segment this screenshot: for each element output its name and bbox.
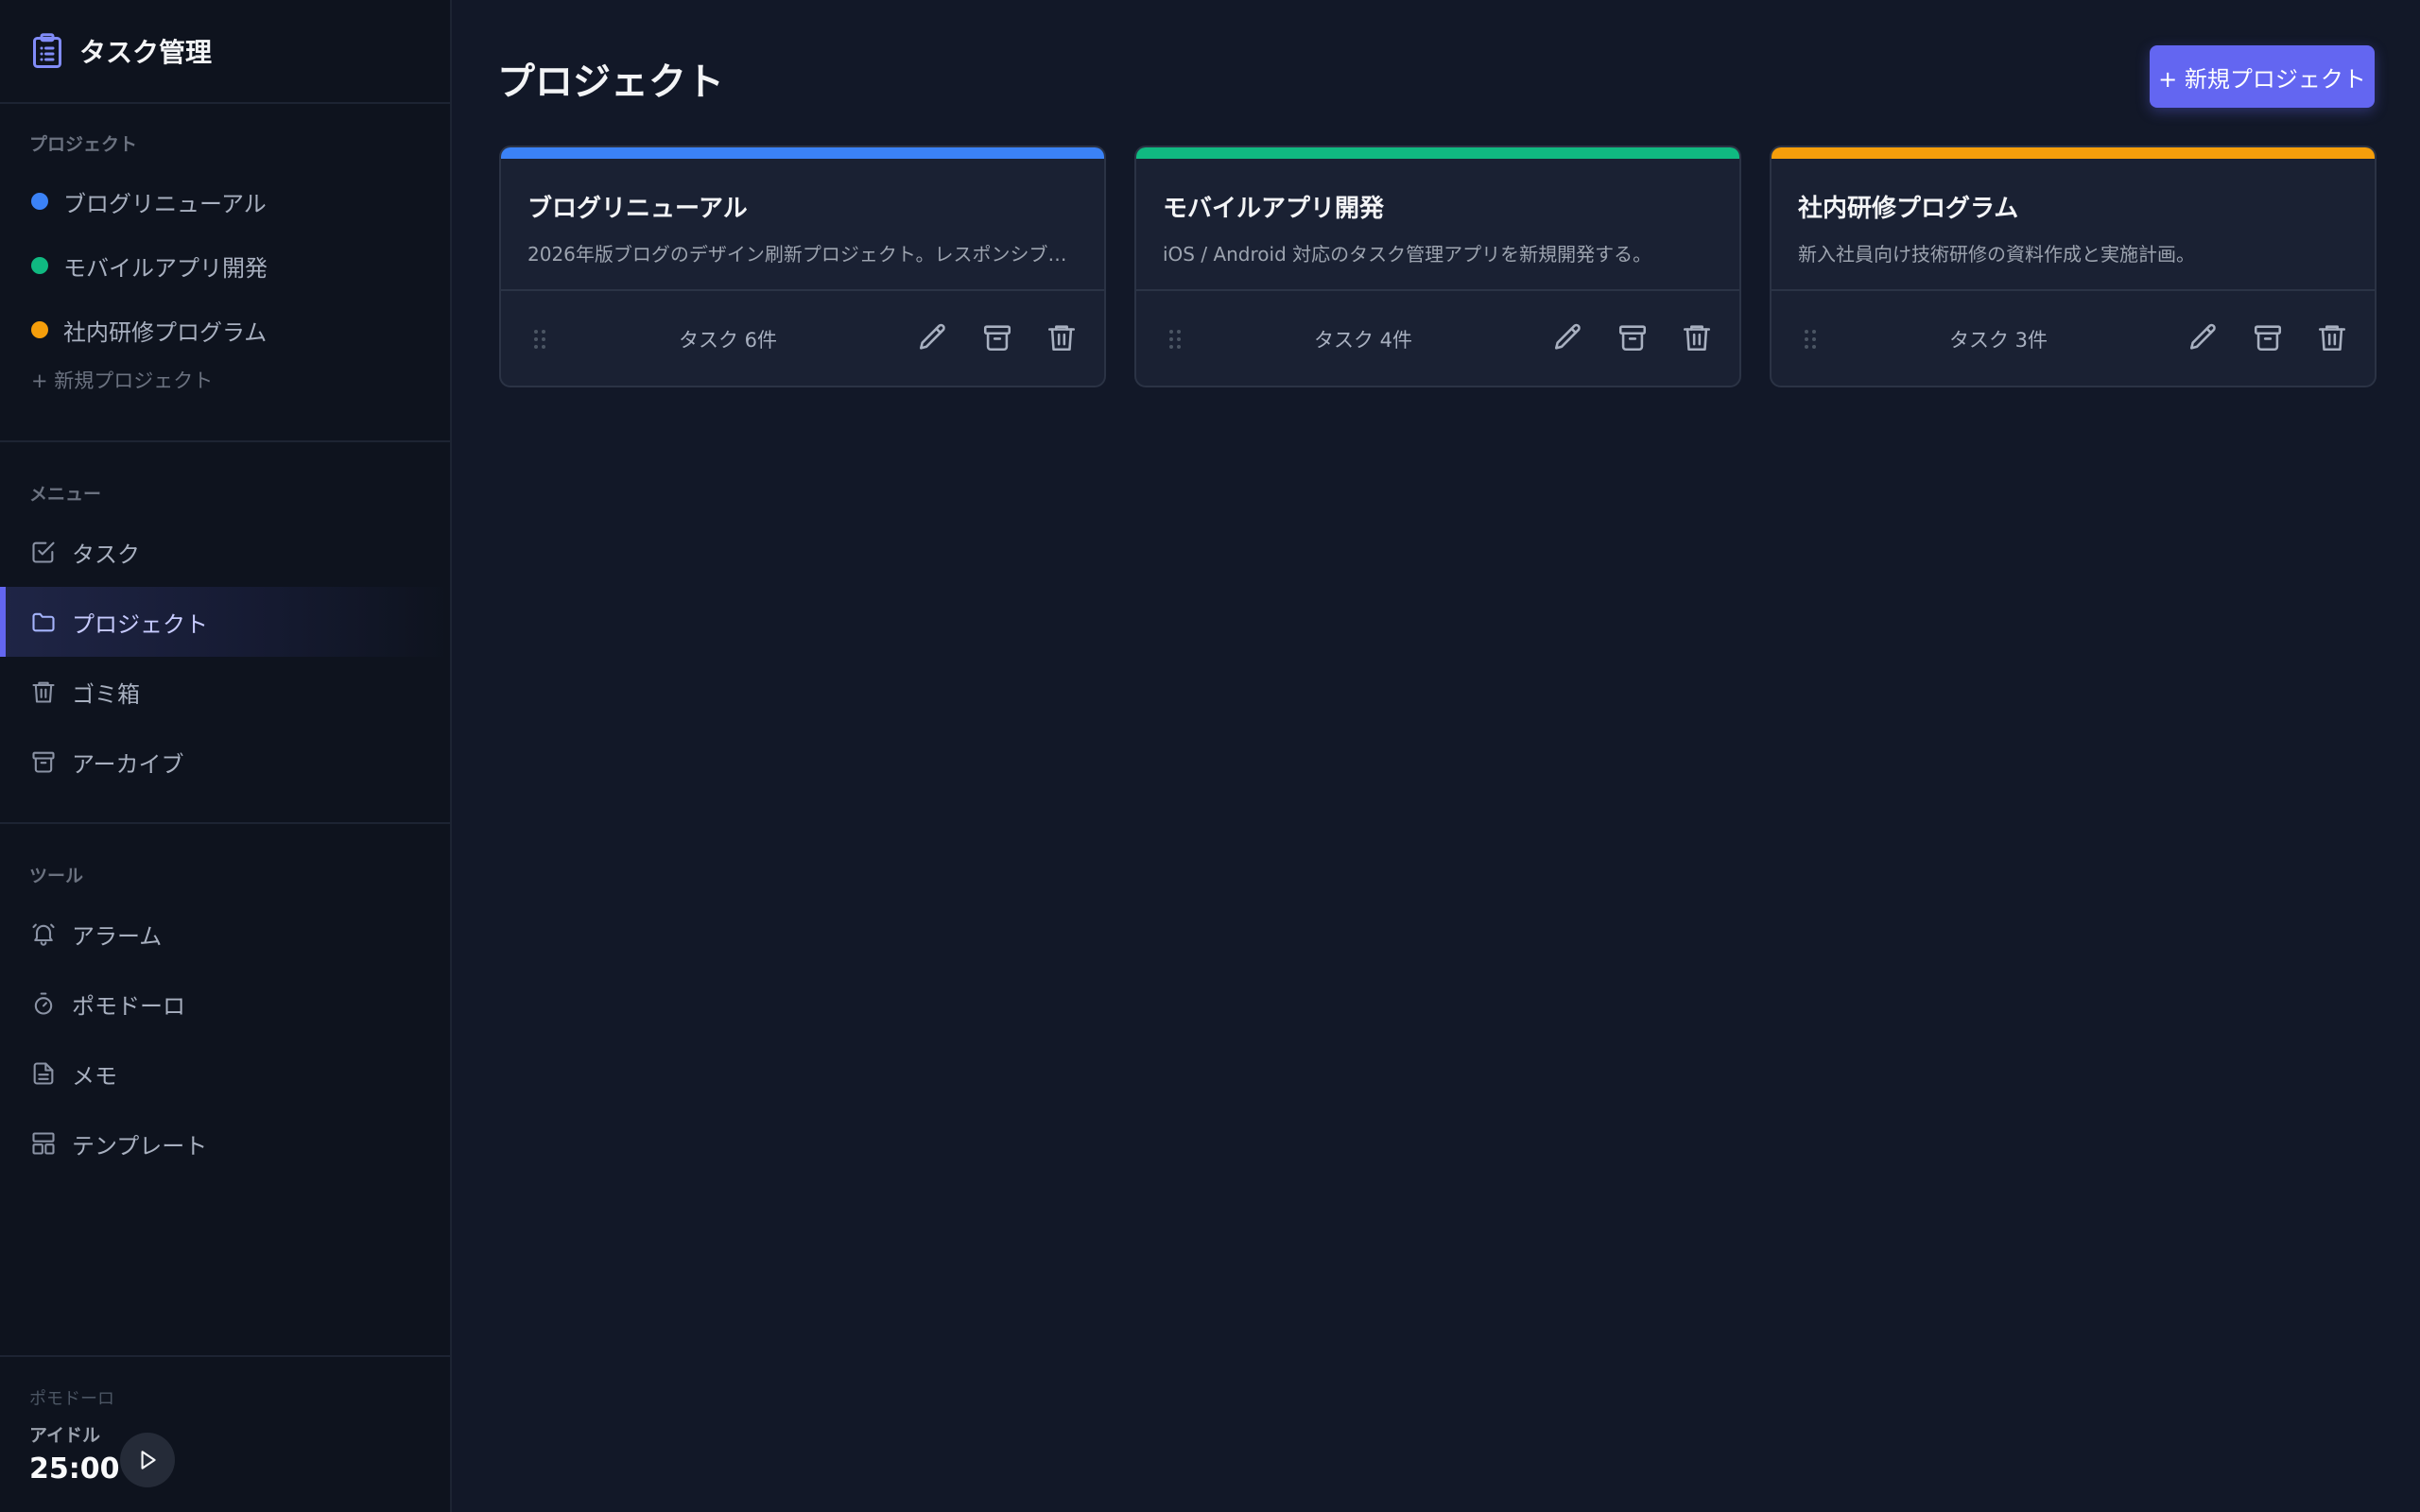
sidebar-item-archive[interactable]: アーカイブ	[0, 727, 450, 797]
brand[interactable]: タスク管理	[0, 0, 450, 104]
pomodoro-label: ポモドーロ	[29, 1389, 114, 1409]
sidebar-new-project-link[interactable]: + 新規プロジェクト	[0, 366, 450, 394]
page-title: プロジェクト	[497, 60, 724, 104]
app-root: タスク管理 プロジェクト ブログリニューアル モバイルアプリ開発 社内研修プログ…	[0, 0, 2420, 1512]
card-color-bar	[501, 147, 1104, 159]
archive-icon[interactable]	[1616, 321, 1649, 353]
edit-icon[interactable]	[2187, 321, 2220, 353]
sidebar-project-label: 社内研修プログラム	[63, 318, 268, 346]
card-header: ブログリニューアル 2026年版ブログのデザイン刷新プロジェクト。レスポンシブ対…	[501, 159, 1104, 291]
sidebar-item-projects[interactable]: プロジェクト	[0, 587, 450, 657]
drag-handle-icon[interactable]	[1168, 329, 1182, 350]
card-actions	[2187, 321, 2348, 353]
sidebar-project-blog-renewal[interactable]: ブログリニューアル	[0, 169, 450, 233]
trash-icon	[30, 679, 57, 705]
sidebar-item-tasks[interactable]: タスク	[0, 517, 450, 587]
project-color-dot	[31, 321, 48, 338]
sidebar-item-label: ポモドーロ	[72, 992, 185, 1020]
trash-icon[interactable]	[2316, 321, 2348, 353]
sidebar-item-label: タスク	[72, 541, 140, 568]
project-cards: ブログリニューアル 2026年版ブログのデザイン刷新プロジェクト。レスポンシブ対…	[499, 146, 2377, 387]
project-color-dot	[31, 193, 48, 210]
memo-icon	[30, 1060, 57, 1087]
card-title: 社内研修プログラム	[1798, 195, 2019, 223]
card-description: 新入社員向け技術研修の資料作成と実施計画。	[1798, 243, 2195, 266]
trash-icon[interactable]	[1681, 321, 1713, 353]
sidebar-project-label: ブログリニューアル	[63, 190, 267, 217]
tools-section-label: ツール	[29, 866, 84, 886]
sidebar-item-label: ゴミ箱	[72, 680, 140, 708]
sidebar-item-label: アーカイブ	[72, 750, 184, 778]
archive-icon[interactable]	[2252, 321, 2284, 353]
archive-icon[interactable]	[981, 321, 1013, 353]
card-header: 社内研修プログラム 新入社員向け技術研修の資料作成と実施計画。	[1772, 159, 2375, 291]
template-icon	[30, 1130, 57, 1157]
sidebar-item-template[interactable]: テンプレート	[0, 1108, 450, 1178]
card-color-bar	[1136, 147, 1739, 159]
main-content: プロジェクト + 新規プロジェクト ブログリニューアル 2026年版ブログのデザ…	[452, 0, 2420, 1512]
sidebar: タスク管理 プロジェクト ブログリニューアル モバイルアプリ開発 社内研修プログ…	[0, 0, 452, 1512]
pomodoro-widget: ポモドーロ アイドル 25:00	[0, 1357, 450, 1512]
project-card-mobile-app[interactable]: モバイルアプリ開発 iOS / Android 対応のタスク管理アプリを新規開発…	[1134, 146, 1741, 387]
sidebar-project-training[interactable]: 社内研修プログラム	[0, 298, 450, 362]
alarm-icon	[30, 920, 57, 947]
sidebar-item-trash[interactable]: ゴミ箱	[0, 657, 450, 727]
edit-icon[interactable]	[917, 321, 949, 353]
projects-section-label: プロジェクト	[29, 134, 138, 155]
trash-icon[interactable]	[1046, 321, 1078, 353]
card-title: モバイルアプリ開発	[1163, 195, 1385, 223]
card-footer: タスク 6件	[501, 291, 1104, 386]
pomodoro-time: 25:00	[29, 1452, 120, 1486]
sidebar-item-alarm[interactable]: アラーム	[0, 899, 450, 969]
archive-icon	[30, 748, 57, 775]
new-project-button[interactable]: + 新規プロジェクト	[2150, 45, 2375, 108]
project-list: ブログリニューアル モバイルアプリ開発 社内研修プログラム	[0, 169, 450, 362]
task-count: タスク 3件	[1948, 329, 2048, 352]
app-title: タスク管理	[79, 37, 213, 68]
sidebar-item-label: メモ	[72, 1062, 117, 1090]
drag-handle-icon[interactable]	[533, 329, 546, 350]
card-actions	[1552, 321, 1713, 353]
sidebar-project-label: モバイルアプリ開発	[63, 254, 268, 282]
folder-icon	[30, 609, 57, 635]
project-card-training[interactable]: 社内研修プログラム 新入社員向け技術研修の資料作成と実施計画。 タスク 3件	[1770, 146, 2377, 387]
menu-section: メニュー タスク プロジェクト ゴミ箱 アーカイブ	[0, 442, 450, 824]
task-count: タスク 6件	[678, 329, 778, 352]
sidebar-item-label: アラーム	[72, 922, 163, 950]
card-description: 2026年版ブログのデザイン刷新プロジェクト。レスポンシブ対応・ダ...	[527, 243, 1078, 266]
menu-nav: タスク プロジェクト ゴミ箱 アーカイブ	[0, 517, 450, 797]
project-card-blog-renewal[interactable]: ブログリニューアル 2026年版ブログのデザイン刷新プロジェクト。レスポンシブ対…	[499, 146, 1106, 387]
checkbox-icon	[30, 539, 57, 565]
tools-nav: アラーム ポモドーロ メモ テンプレート	[0, 899, 450, 1178]
card-description: iOS / Android 対応のタスク管理アプリを新規開発する。	[1163, 243, 1652, 266]
pomodoro-play-button[interactable]	[120, 1433, 175, 1487]
card-color-bar	[1772, 147, 2375, 159]
projects-section: プロジェクト ブログリニューアル モバイルアプリ開発 社内研修プログラム + 新…	[0, 104, 450, 442]
card-title: ブログリニューアル	[527, 195, 748, 223]
sidebar-item-pomodoro[interactable]: ポモドーロ	[0, 969, 450, 1039]
card-footer: タスク 3件	[1772, 291, 2375, 386]
sidebar-project-mobile-app[interactable]: モバイルアプリ開発	[0, 233, 450, 298]
sidebar-item-label: テンプレート	[72, 1132, 208, 1160]
project-color-dot	[31, 257, 48, 274]
menu-section-label: メニュー	[29, 484, 102, 505]
clipboard-icon	[30, 32, 64, 70]
play-icon	[135, 1448, 160, 1472]
sidebar-item-label: プロジェクト	[72, 610, 208, 638]
card-actions	[917, 321, 1078, 353]
stopwatch-icon	[30, 990, 57, 1017]
tools-section: ツール アラーム ポモドーロ メモ テンプレート	[0, 824, 450, 1357]
card-footer: タスク 4件	[1136, 291, 1739, 386]
drag-handle-icon[interactable]	[1804, 329, 1817, 350]
card-header: モバイルアプリ開発 iOS / Android 対応のタスク管理アプリを新規開発…	[1136, 159, 1739, 291]
pomodoro-state: アイドル	[29, 1425, 101, 1446]
edit-icon[interactable]	[1552, 321, 1584, 353]
sidebar-item-memo[interactable]: メモ	[0, 1039, 450, 1108]
task-count: タスク 4件	[1313, 329, 1413, 352]
